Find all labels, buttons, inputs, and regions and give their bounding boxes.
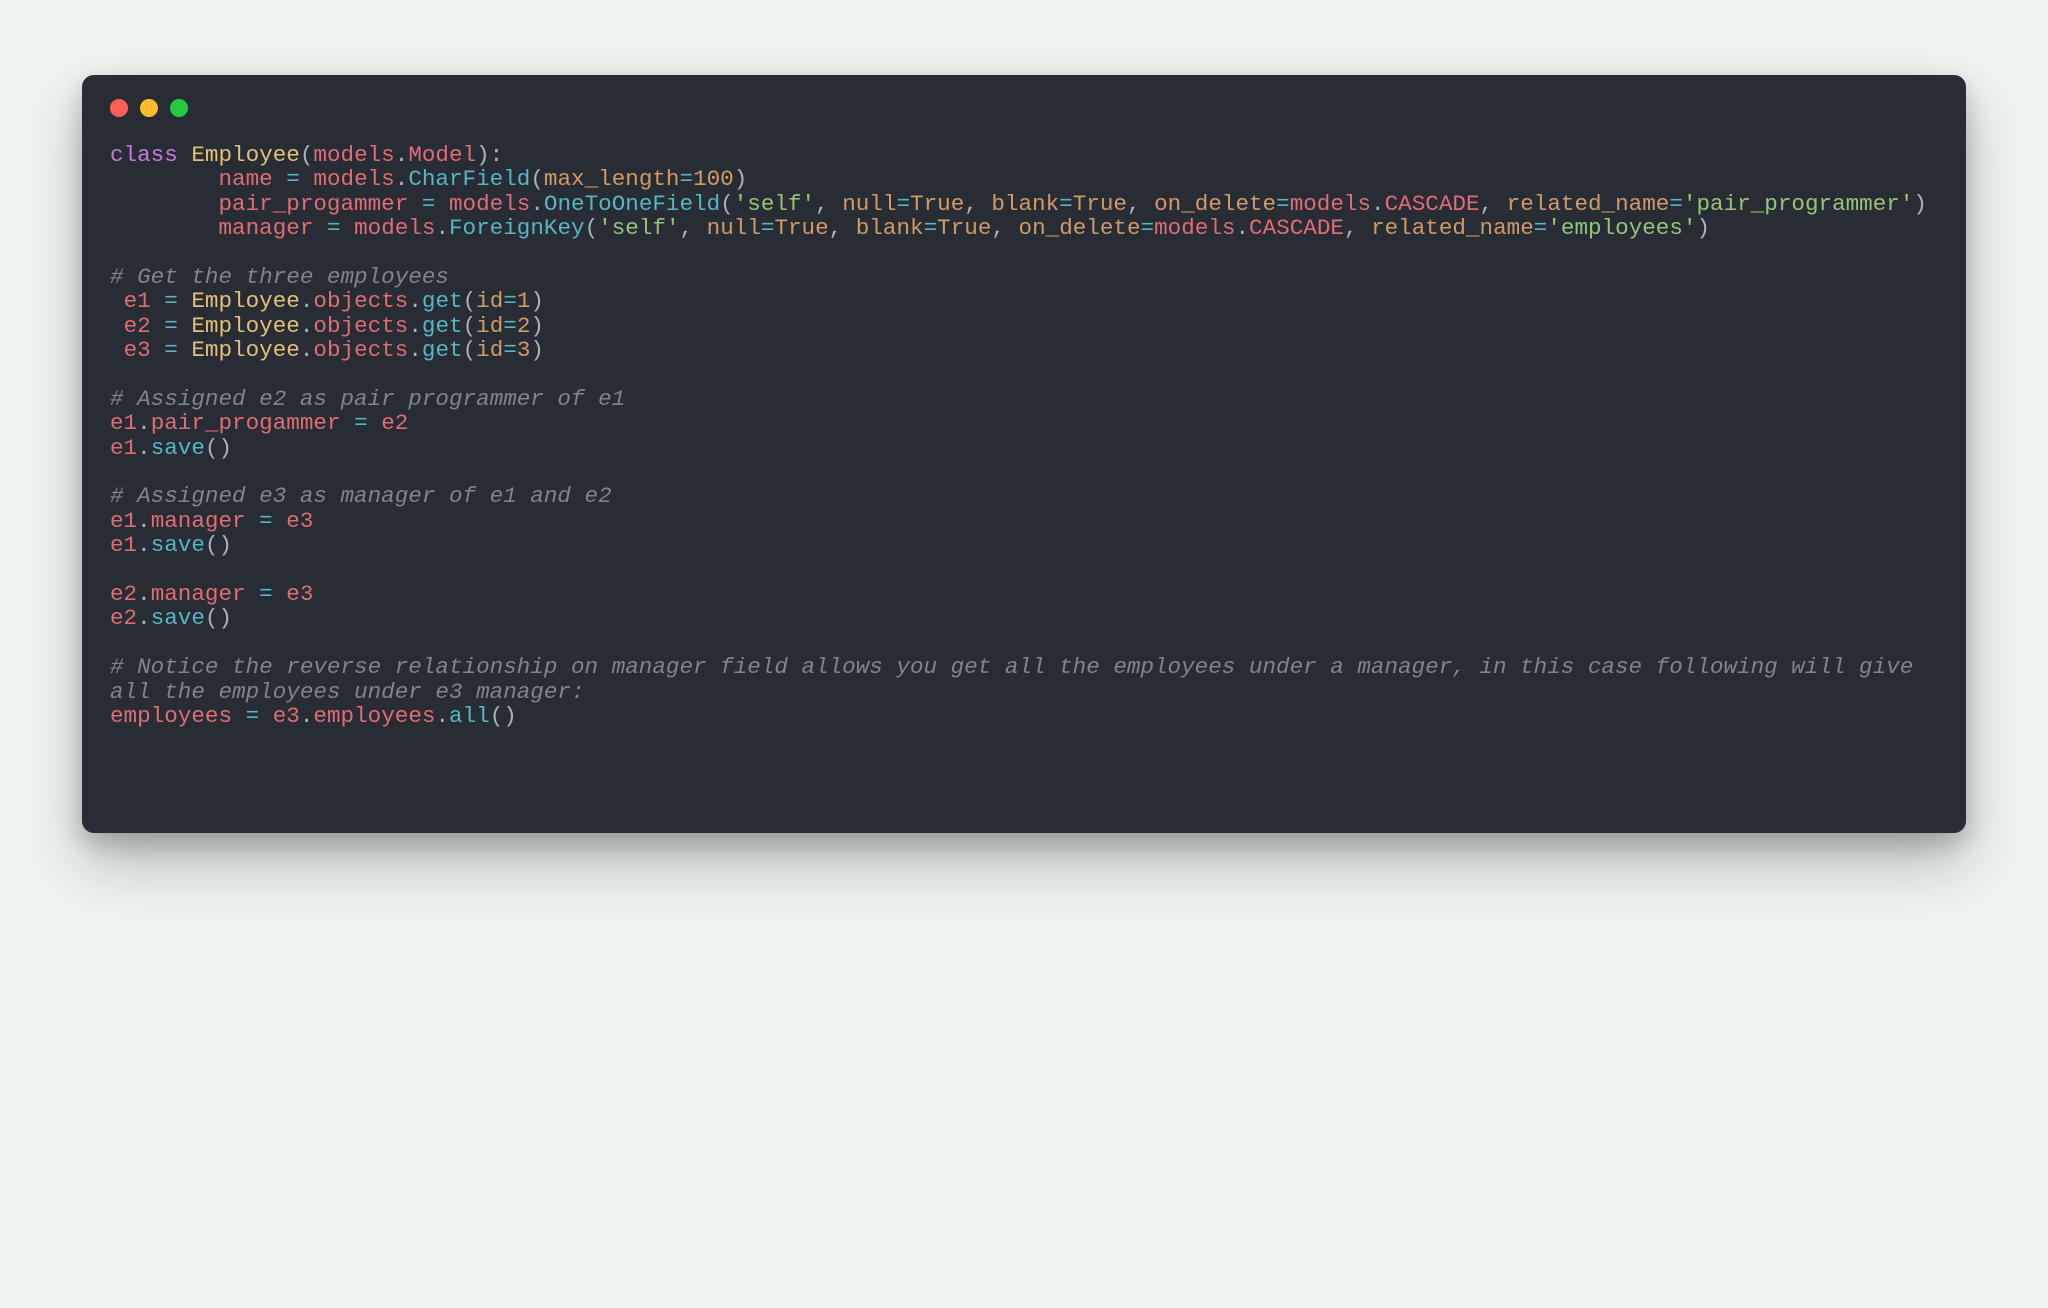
minimize-icon[interactable] [140, 99, 158, 117]
comment: # Notice the reverse relationship on man… [110, 654, 1927, 704]
code-block[interactable]: class Employee(models.Model): name = mod… [110, 143, 1938, 728]
code-editor-window: class Employee(models.Model): name = mod… [82, 75, 1966, 833]
close-icon[interactable] [110, 99, 128, 117]
maximize-icon[interactable] [170, 99, 188, 117]
window-traffic-lights [110, 99, 1938, 117]
class-name: Employee [191, 142, 299, 168]
comment: # Assigned e3 as manager of e1 and e2 [110, 483, 612, 509]
keyword-class: class [110, 142, 178, 168]
comment: # Get the three employees [110, 264, 449, 290]
comment: # Assigned e2 as pair programmer of e1 [110, 386, 625, 412]
